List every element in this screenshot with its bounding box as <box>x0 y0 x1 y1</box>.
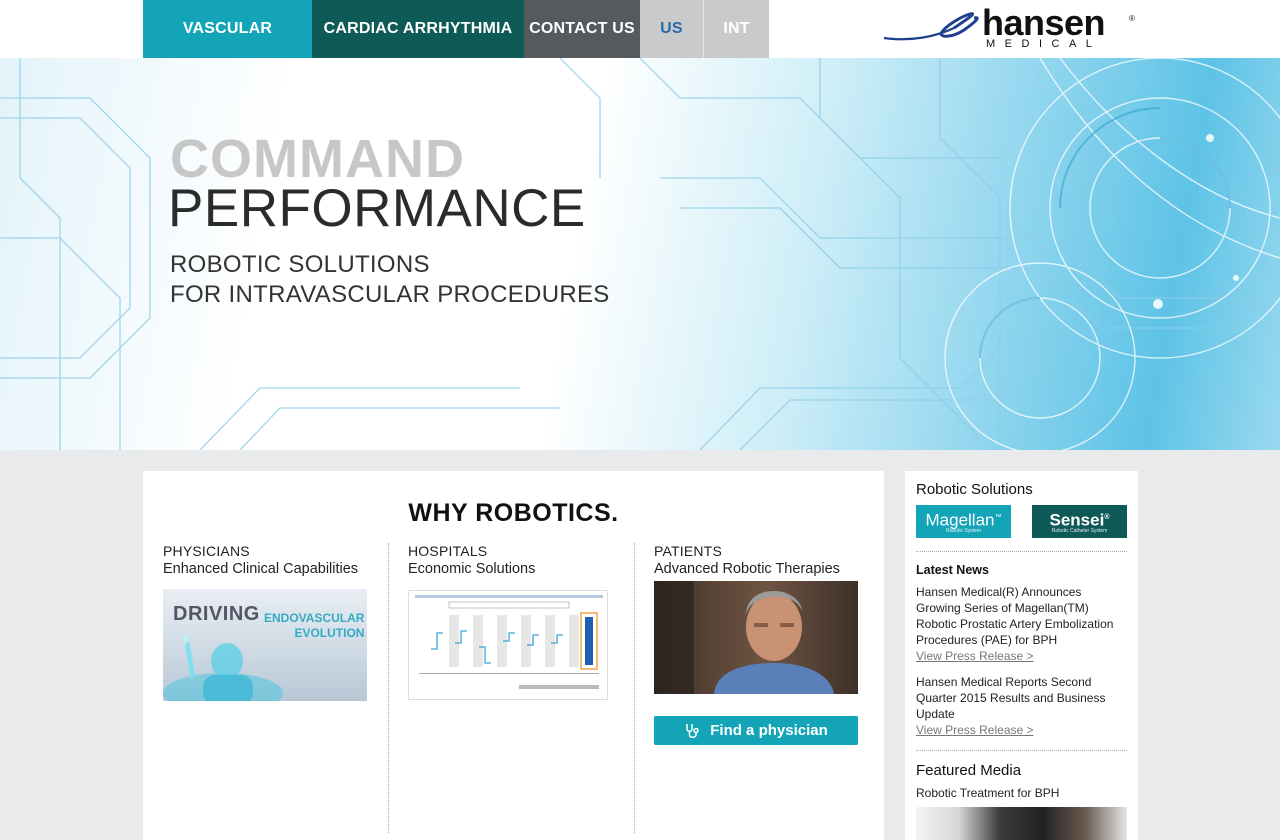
hero-tagline: ROBOTIC SOLUTIONS FOR INTRAVASCULAR PROC… <box>170 250 610 310</box>
sensei-button[interactable]: Sensei® Robotic Catheter System <box>1032 505 1127 538</box>
news-item: Hansen Medical Reports Second Quarter 20… <box>916 674 1127 738</box>
endovascular-word: ENDOVASCULAR <box>264 611 365 625</box>
find-a-physician-button[interactable]: Find a physician <box>654 716 858 745</box>
physicians-column: PHYSICIANS Enhanced Clinical Capabilitie… <box>163 543 383 833</box>
hero-headline-performance: PERFORMANCE <box>168 179 586 238</box>
why-robotics-title: WHY ROBOTICS. <box>408 499 619 527</box>
patients-subheading[interactable]: Advanced Robotic Therapies <box>654 561 874 577</box>
column-divider <box>388 543 389 833</box>
nav-region-us[interactable]: US <box>640 0 703 58</box>
patient-video-thumbnail[interactable] <box>654 581 858 694</box>
top-bar: VASCULAR CARDIAC ARRHYTHMIA CONTACT US U… <box>0 0 1280 58</box>
featured-media-title[interactable]: Robotic Treatment for BPH <box>916 786 1059 800</box>
hansen-medical-logo[interactable]: hansen ® MEDICAL <box>882 2 1142 52</box>
column-divider <box>634 543 635 833</box>
nav-region-int[interactable]: INT <box>703 0 769 58</box>
physicians-heading[interactable]: PHYSICIANS <box>163 543 383 559</box>
magellan-button[interactable]: Magellan™ Robotic System <box>916 505 1011 538</box>
driving-endovascular-thumbnail[interactable]: DRIVING ENDOVASCULAR EVOLUTION <box>163 589 367 701</box>
news-item: Hansen Medical(R) Announces Growing Seri… <box>916 584 1127 664</box>
evolution-word: EVOLUTION <box>294 626 365 640</box>
endovascular-evolution-text: ENDOVASCULAR EVOLUTION <box>264 611 364 641</box>
hero-banner: COMMAND PERFORMANCE ROBOTIC SOLUTIONS FO… <box>0 58 1280 450</box>
main-nav: VASCULAR CARDIAC ARRHYTHMIA CONTACT US U… <box>143 0 769 58</box>
nav-vascular[interactable]: VASCULAR <box>143 0 312 58</box>
find-a-physician-label: Find a physician <box>710 722 828 739</box>
patients-heading[interactable]: PATIENTS <box>654 543 874 559</box>
sensei-name: Sensei® <box>1049 509 1110 530</box>
news-headline[interactable]: Hansen Medical(R) Announces Growing Seri… <box>916 585 1113 647</box>
nav-contact-us[interactable]: CONTACT US <box>524 0 640 58</box>
why-robotics-panel: WHY ROBOTICS. PHYSICIANS Enhanced Clinic… <box>143 471 884 840</box>
driving-text: DRIVING <box>173 603 260 625</box>
view-press-release-link[interactable]: View Press Release > <box>916 722 1127 738</box>
hospitals-heading[interactable]: HOSPITALS <box>408 543 628 559</box>
patients-column: PATIENTS Advanced Robotic Therapies Find… <box>654 543 874 833</box>
stethoscope-icon <box>686 723 699 738</box>
hospital-growth-chart-thumbnail[interactable] <box>408 590 608 700</box>
growth-chart-image <box>415 595 603 689</box>
magellan-sub: Robotic System <box>945 528 981 535</box>
hospitals-column: HOSPITALS Economic Solutions <box>408 543 628 833</box>
hero-tagline-line2: FOR INTRAVASCULAR PROCEDURES <box>170 281 610 308</box>
latest-news-heading: Latest News <box>916 563 989 577</box>
magellan-tm: ™ <box>994 513 1002 521</box>
magellan-name: Magellan™ <box>925 509 1002 530</box>
hospitals-subheading[interactable]: Economic Solutions <box>408 561 628 577</box>
patient-portrait-image <box>654 581 834 694</box>
featured-media-video-thumbnail[interactable] <box>916 807 1127 840</box>
sensei-sub: Robotic Catheter System <box>1051 528 1108 535</box>
robotic-solutions-heading: Robotic Solutions <box>916 481 1033 498</box>
featured-media-heading: Featured Media <box>916 762 1022 779</box>
logo-swoosh-icon <box>883 12 979 41</box>
sidebar-divider <box>916 551 1127 552</box>
view-press-release-link[interactable]: View Press Release > <box>916 648 1127 664</box>
sidebar-divider <box>916 750 1127 751</box>
physicians-subheading[interactable]: Enhanced Clinical Capabilities <box>163 561 383 577</box>
magellan-name-text: Magellan <box>925 510 995 530</box>
sensei-name-text: Sensei <box>1049 510 1105 530</box>
logo-registered-mark: ® <box>1129 14 1135 23</box>
sensei-reg: ® <box>1104 513 1110 521</box>
sidebar: Robotic Solutions Magellan™ Robotic Syst… <box>905 471 1138 840</box>
nav-cardiac-arrhythmia[interactable]: CARDIAC ARRHYTHMIA <box>312 0 524 58</box>
logo-subtitle: MEDICAL <box>986 38 1102 50</box>
news-headline[interactable]: Hansen Medical Reports Second Quarter 20… <box>916 675 1105 721</box>
hero-tagline-line1: ROBOTIC SOLUTIONS <box>170 251 430 278</box>
